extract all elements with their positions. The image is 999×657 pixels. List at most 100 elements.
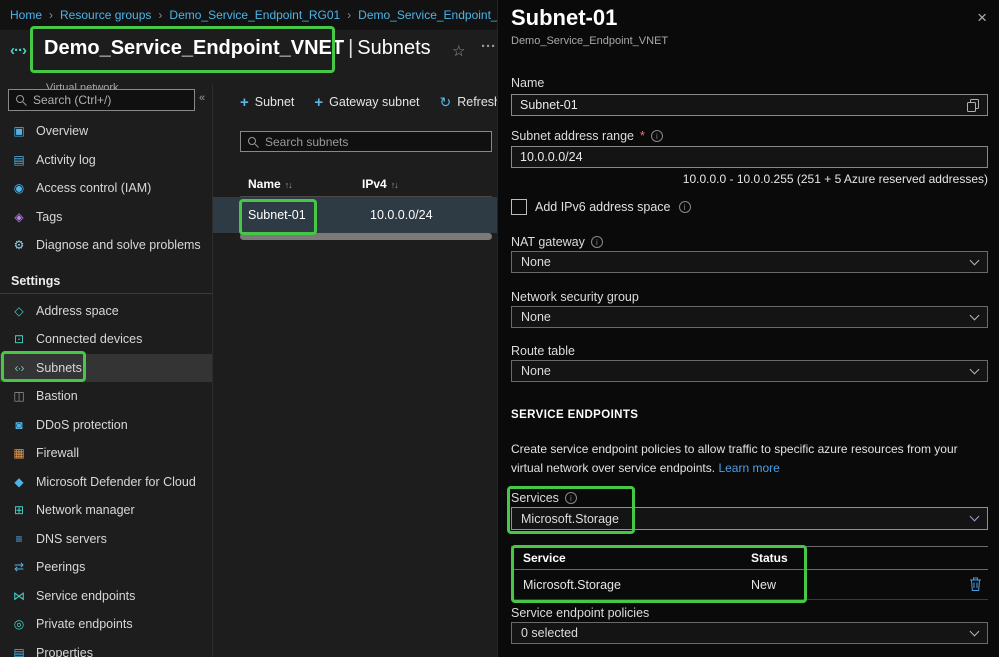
service-endpoints-table: Service Status Microsoft.Storage New	[511, 546, 988, 600]
sidebar-item-diagnose[interactable]: Diagnose and solve problems	[0, 231, 212, 260]
info-icon[interactable]	[679, 201, 691, 213]
more-options-icon[interactable]: ···	[481, 38, 496, 55]
sidebar-item-overview[interactable]: Overview	[0, 117, 212, 146]
service-endpoints-heading: SERVICE ENDPOINTS	[511, 409, 638, 421]
dns-servers-icon	[11, 532, 27, 546]
ipv6-label: Add IPv6 address space	[535, 200, 671, 214]
info-icon[interactable]	[565, 492, 577, 504]
breadcrumb: Home Resource groups Demo_Service_Endpoi…	[0, 0, 497, 30]
plus-icon	[314, 94, 323, 111]
address-range-label: Subnet address range *	[511, 129, 663, 143]
private-endpoints-icon	[11, 617, 27, 631]
horizontal-scrollbar[interactable]	[240, 233, 492, 240]
sidebar-item-dns-servers[interactable]: DNS servers	[0, 525, 212, 554]
title-separator: |	[344, 37, 357, 59]
column-header-service: Service	[511, 551, 751, 565]
column-header-ipv4[interactable]: IPv4	[362, 177, 398, 196]
nat-gateway-value: None	[521, 255, 551, 269]
sidebar-item-label: Activity log	[36, 153, 96, 167]
panel-title: Subnet-01	[511, 5, 617, 31]
learn-more-link[interactable]: Learn more	[718, 461, 779, 475]
column-label: IPv4	[362, 177, 387, 191]
subnet-table-row[interactable]: Subnet-01 10.0.0.0/24	[213, 197, 497, 233]
sidebar-item-bastion[interactable]: Bastion	[0, 382, 212, 411]
column-header-status: Status	[751, 551, 788, 565]
close-icon[interactable]	[977, 8, 987, 28]
route-table-select[interactable]: None	[511, 360, 988, 382]
sidebar-item-ddos[interactable]: DDoS protection	[0, 411, 212, 440]
sidebar-item-properties[interactable]: Properties	[0, 639, 212, 657]
tags-icon	[11, 210, 27, 224]
sidebar-item-label: Address space	[36, 304, 119, 318]
favorite-star-icon[interactable]: ☆	[452, 42, 465, 60]
sidebar-search-placeholder: Search (Ctrl+/)	[33, 93, 111, 107]
diagnose-icon	[11, 238, 27, 252]
sort-icon[interactable]	[285, 177, 292, 191]
info-icon[interactable]	[591, 236, 603, 248]
refresh-icon	[440, 94, 452, 111]
ipv6-checkbox[interactable]	[511, 199, 527, 215]
sidebar-item-subnets[interactable]: Subnets	[0, 354, 212, 383]
sidebar-item-firewall[interactable]: Firewall	[0, 439, 212, 468]
label-text: Service endpoint policies	[511, 606, 649, 620]
service-table-row: Microsoft.Storage New	[511, 570, 988, 600]
service-endpoints-description: Create service endpoint policies to allo…	[511, 440, 988, 477]
nsg-label: Network security group	[511, 290, 639, 304]
subnet-search-input[interactable]: Search subnets	[240, 131, 492, 152]
sidebar-item-label: DNS servers	[36, 532, 107, 546]
sort-icon[interactable]	[391, 177, 398, 191]
sidebar-item-access-control[interactable]: Access control (IAM)	[0, 174, 212, 203]
firewall-icon	[11, 446, 27, 460]
chevron-down-icon	[970, 626, 980, 636]
breadcrumb-vnet[interactable]: Demo_Service_Endpoint_	[358, 8, 497, 22]
label-text: Subnet address range	[511, 129, 634, 143]
network-manager-icon	[11, 503, 27, 517]
services-select[interactable]: Microsoft.Storage	[511, 507, 988, 530]
sidebar-item-peerings[interactable]: Peerings	[0, 553, 212, 582]
trash-icon	[969, 577, 982, 592]
sidebar-item-label: DDoS protection	[36, 418, 128, 432]
page-header: ‹··› Demo_Service_Endpoint_VNET|Subnets …	[0, 30, 497, 85]
sidebar-item-label: Tags	[36, 210, 62, 224]
search-icon	[15, 94, 27, 106]
name-value: Subnet-01	[520, 98, 578, 112]
sidebar-search-input[interactable]: Search (Ctrl+/)	[8, 89, 195, 111]
policies-select[interactable]: 0 selected	[511, 622, 988, 644]
page-title-section: Subnets	[357, 37, 430, 59]
sidebar-item-label: Access control (IAM)	[36, 181, 151, 195]
sidebar-item-activity-log[interactable]: Activity log	[0, 146, 212, 175]
refresh-button[interactable]: Refresh	[440, 94, 498, 111]
name-label: Name	[511, 76, 544, 90]
column-header-name[interactable]: Name	[240, 177, 362, 196]
name-field[interactable]: Subnet-01	[511, 94, 988, 116]
sidebar-item-service-endpoints[interactable]: Service endpoints	[0, 582, 212, 611]
ipv6-checkbox-row: Add IPv6 address space	[511, 199, 691, 215]
breadcrumb-resource-groups[interactable]: Resource groups	[60, 8, 151, 22]
subnet-name-cell: Subnet-01	[213, 208, 370, 222]
subnets-icon	[11, 361, 27, 375]
defender-icon	[11, 475, 27, 489]
nat-gateway-select[interactable]: None	[511, 251, 988, 273]
subnet-ipv4-cell: 10.0.0.0/24	[370, 208, 433, 222]
delete-service-button[interactable]	[969, 577, 982, 595]
add-gateway-subnet-button[interactable]: Gateway subnet	[314, 94, 419, 111]
panel-subtitle: Demo_Service_Endpoint_VNET	[511, 35, 668, 47]
sidebar-item-connected-devices[interactable]: Connected devices	[0, 325, 212, 354]
sidebar-item-label: Microsoft Defender for Cloud	[36, 475, 196, 489]
add-subnet-button[interactable]: Subnet	[240, 94, 294, 111]
sidebar-item-network-manager[interactable]: Network manager	[0, 496, 212, 525]
sidebar-item-tags[interactable]: Tags	[0, 203, 212, 232]
nsg-select[interactable]: None	[511, 306, 988, 328]
info-icon[interactable]	[651, 130, 663, 142]
collapse-menu-icon[interactable]	[199, 92, 205, 104]
copy-icon[interactable]	[967, 99, 979, 112]
label-text: NAT gateway	[511, 235, 585, 249]
sidebar-item-defender[interactable]: Microsoft Defender for Cloud	[0, 468, 212, 497]
breadcrumb-home[interactable]: Home	[10, 8, 42, 22]
breadcrumb-separator-icon	[158, 8, 162, 22]
sidebar-item-address-space[interactable]: Address space	[0, 297, 212, 326]
breadcrumb-resource-group[interactable]: Demo_Service_Endpoint_RG01	[169, 8, 340, 22]
sidebar-item-private-endpoints[interactable]: Private endpoints	[0, 610, 212, 639]
refresh-label: Refresh	[457, 95, 497, 109]
address-range-field[interactable]: 10.0.0.0/24	[511, 146, 988, 168]
